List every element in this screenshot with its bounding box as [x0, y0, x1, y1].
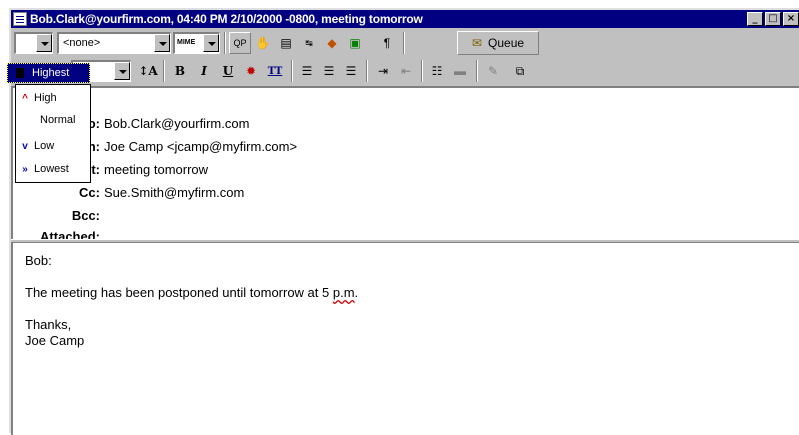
priority-selected-item[interactable]: Highest [7, 63, 90, 83]
misspelled-word[interactable]: p.m [333, 285, 355, 300]
signature-combo[interactable] [14, 32, 53, 54]
toolbar-top: <none> MIME QP ✋ ▤ ↹ ◆ ▣ ¶ ✉ Queue [11, 29, 799, 57]
priority-option-low[interactable]: v Low [16, 135, 90, 157]
separator [291, 60, 293, 82]
separator [403, 32, 405, 54]
separator [366, 60, 368, 82]
priority-option-normal[interactable]: Normal [16, 109, 90, 131]
cc-row[interactable]: Cc: Sue.Smith@myfirm.com [13, 183, 244, 201]
from-value[interactable]: Joe Camp <jcamp@myfirm.com> [104, 139, 297, 154]
to-value[interactable]: Bob.Clark@yourfirm.com [104, 116, 249, 131]
bcc-row[interactable]: Bcc: [13, 206, 104, 224]
message-icon [13, 12, 27, 26]
align-right-icon[interactable]: ☰ [340, 60, 362, 82]
align-center-icon[interactable]: ☰ [318, 60, 340, 82]
mime-label: MIME [177, 39, 196, 46]
hand-icon[interactable]: ✋ [252, 32, 274, 54]
priority-option-label: Lowest [34, 163, 69, 175]
style-combo[interactable]: <none> [57, 32, 171, 54]
insert-picture-icon[interactable]: ⧉ [509, 60, 531, 82]
body-text-end: . [354, 285, 359, 300]
close-button[interactable]: × [783, 12, 799, 26]
chevron-down-icon[interactable] [203, 34, 219, 52]
horizontal-rule-icon[interactable]: ▬ [449, 60, 471, 82]
keep-copy-icon[interactable]: ◆ [321, 32, 343, 54]
toolbar-format: ↕A B I U ✹ TT ☰ ☰ ☰ ⇥ ⇤ ☷ ▬ ✎ ⧉ [11, 57, 799, 85]
bold-button[interactable]: B [169, 60, 191, 82]
queue-button[interactable]: ✉ Queue [457, 31, 539, 55]
bullet-list-icon[interactable]: ☷ [426, 60, 448, 82]
encoding-combo[interactable]: MIME [173, 32, 220, 54]
return-receipt-icon[interactable]: ▣ [344, 32, 366, 54]
priority-option-lowest[interactable]: » Lowest [16, 158, 90, 180]
priority-option-label: Low [34, 140, 55, 152]
double-arrow-down-icon: » [22, 163, 28, 175]
style-combo-value: <none> [63, 37, 101, 49]
message-window: Bob.Clark@yourfirm.com, 04:40 PM 2/10/20… [9, 8, 799, 435]
separator [421, 60, 423, 82]
priority-option-high[interactable]: ^ High [16, 87, 90, 109]
body-text: The meeting has been postponed until tom… [25, 285, 333, 300]
title-bar[interactable]: Bob.Clark@yourfirm.com, 04:40 PM 2/10/20… [11, 10, 799, 28]
message-body[interactable]: Bob: The meeting has been postponed unti… [11, 243, 799, 435]
separator [163, 60, 165, 82]
priority-option-label: Normal [40, 114, 76, 126]
maximize-button[interactable]: □ [765, 12, 781, 26]
chevron-down-icon[interactable] [114, 62, 130, 80]
paragraph-icon[interactable]: ¶ [376, 32, 398, 54]
text-attachment-icon[interactable]: ▤ [275, 32, 297, 54]
arrow-up-icon: ^ [22, 92, 28, 104]
body-greeting: Bob: [25, 253, 52, 268]
italic-button[interactable]: I [193, 60, 215, 82]
minimize-button[interactable]: _ [747, 12, 763, 26]
outdent-icon[interactable]: ⇤ [395, 60, 417, 82]
body-signoff: Thanks, [25, 317, 72, 332]
text-color-icon[interactable]: ✹ [240, 60, 262, 82]
word-wrap-icon[interactable]: ↹ [298, 32, 320, 54]
chevron-down-icon[interactable] [36, 34, 52, 52]
priority-selected-label: Highest [32, 67, 70, 79]
indent-icon[interactable]: ⇥ [372, 60, 394, 82]
priority-option-label: High [34, 92, 57, 104]
window-title: Bob.Clark@yourfirm.com, 04:40 PM 2/10/20… [30, 12, 423, 26]
message-headers: o: Bob.Clark@yourfirm.com n: Joe Camp <j… [11, 86, 799, 244]
separator [224, 32, 226, 54]
arrow-down-icon: v [22, 140, 28, 152]
link-icon[interactable]: ✎ [482, 60, 504, 82]
underline-button[interactable]: U [217, 60, 239, 82]
cc-label: Cc: [79, 184, 100, 200]
chevron-down-icon[interactable] [154, 34, 170, 52]
queue-icon: ✉ [471, 36, 483, 50]
subject-value[interactable]: meeting tomorrow [104, 162, 208, 177]
queue-label: Queue [488, 36, 525, 50]
bcc-label: Bcc: [71, 207, 100, 223]
align-left-icon[interactable]: ☰ [296, 60, 318, 82]
teletype-button[interactable]: TT [264, 60, 286, 82]
body-paragraph: The meeting has been postponed until tom… [25, 285, 789, 301]
quoted-printable-button[interactable]: QP [229, 32, 251, 54]
priority-dropdown-list: ^ High Normal v Low » Lowest [15, 84, 91, 183]
separator [476, 60, 478, 82]
font-size-button[interactable]: ↕A [137, 60, 159, 82]
cc-value[interactable]: Sue.Smith@myfirm.com [104, 185, 244, 200]
body-signature: Joe Camp [25, 333, 85, 348]
